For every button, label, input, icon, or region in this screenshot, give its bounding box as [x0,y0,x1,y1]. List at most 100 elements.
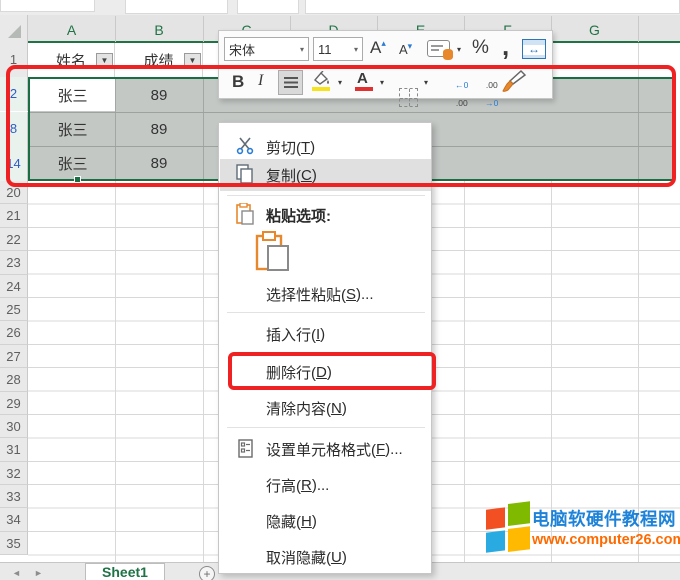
center-align-button[interactable] [278,70,303,95]
row-header[interactable]: 31 [0,438,28,461]
sheet-tab-sheet1[interactable]: Sheet1 [85,563,165,580]
decrease-font-size-button[interactable]: A▾ [399,41,412,57]
label: 删除行( [266,362,316,383]
menu-item-unhide[interactable]: 取消隐藏(U) [220,541,430,573]
label: ) [342,400,347,417]
merge-center-icon[interactable]: ↔ [522,39,546,59]
ribbon-box [0,0,95,12]
format-painter-button[interactable] [501,69,527,100]
paste-option-button[interactable] [255,231,291,276]
ribbon-box [237,0,299,14]
comma-style-button[interactable]: , [502,31,509,62]
row-header[interactable]: 27 [0,345,28,368]
menu-item-row-height[interactable]: 行高(R)... [220,469,430,501]
logo-square-yellow [508,526,530,552]
font-size-select[interactable]: 11 ▾ [313,37,363,61]
row-header[interactable]: 23 [0,251,28,274]
sheet-nav-right-icon[interactable]: ► [34,568,43,578]
increase-decimal-button[interactable]: ←0 .00 [441,72,468,117]
column-header-g[interactable]: G [551,20,638,40]
watermark-url: www.computer26.com [532,532,676,548]
accounting-format-dropdown[interactable]: ▾ [457,45,461,54]
row-header[interactable]: 24 [0,275,28,298]
row-header-14[interactable]: 14 [0,146,28,181]
align-lines-icon [284,77,298,88]
grow-font-label: A [370,38,381,57]
column-divider [638,16,639,42]
format-painter-brush-icon [501,69,527,95]
font-color-dropdown[interactable]: ▾ [380,78,384,87]
menu-item-hide[interactable]: 隐藏(H) [220,505,430,537]
gridline [115,77,116,181]
chevron-down-icon: ▾ [424,78,428,87]
row-header[interactable]: 29 [0,392,28,415]
format-cells-icon [238,439,254,458]
row-header-1[interactable]: 1 [0,43,28,77]
row-header-2[interactable]: 2 [0,77,28,111]
fill-color-button[interactable] [312,71,332,91]
copy-icon [236,164,255,185]
ribbon-bottom-strip [0,0,680,15]
chevron-down-icon: ▾ [457,45,461,54]
row-header[interactable]: 21 [0,204,28,227]
cell-a14[interactable]: 张三 [30,147,115,179]
gridline [115,181,116,562]
watermark-logo-icon [486,501,530,554]
row-header[interactable]: 35 [0,532,28,555]
fill-color-dropdown[interactable]: ▾ [338,78,342,87]
row-header[interactable]: 28 [0,368,28,391]
icon-detail [443,49,453,60]
font-name-select[interactable]: 宋体 ▾ [224,37,309,61]
row-header[interactable]: 30 [0,415,28,438]
menu-item-clear-contents[interactable]: 清除内容(N) [220,392,430,424]
label: 取消隐藏( [266,547,331,568]
cell-b14[interactable]: 89 [116,147,202,179]
label: 剪切( [266,137,301,158]
accel: D [316,364,327,381]
scissors-icon [236,136,255,155]
gridline [638,77,639,181]
column-header-b[interactable]: B [115,20,203,40]
inc-decimal-bottom: .00 [456,98,468,108]
menu-item-paste-special[interactable]: 选择性粘贴(S)... [220,278,430,310]
font-color-button[interactable]: A [357,70,368,87]
borders-dropdown[interactable]: ▾ [424,78,428,87]
new-sheet-button[interactable]: + [199,566,215,580]
filter-dropdown-a[interactable]: ▼ [96,53,113,69]
cell-a2-active[interactable]: 张三 [30,79,115,111]
column-header-a[interactable]: A [28,20,115,40]
menu-item-insert-row[interactable]: 插入行(I) [220,318,430,350]
increase-font-size-button[interactable]: A▴ [370,38,386,58]
cell-a8[interactable]: 张三 [30,113,115,145]
row-header[interactable]: 25 [0,298,28,321]
accel: U [331,549,342,566]
label: ) [327,364,332,381]
sheet-nav-left-icon[interactable]: ◄ [12,568,21,578]
cell-b2[interactable]: 89 [116,79,202,111]
italic-button[interactable]: I [258,72,263,90]
ribbon-box [125,0,228,14]
up-caret-icon: ▴ [381,38,386,48]
row-header[interactable]: 22 [0,228,28,251]
menu-separator [227,427,425,428]
menu-separator [227,312,425,313]
label: 粘贴选项: [266,205,331,226]
bold-button[interactable]: B [232,72,244,92]
menu-item-delete-row[interactable]: 删除行(D) [220,356,430,388]
borders-icon[interactable] [399,88,418,107]
label: )... [356,286,374,303]
percent-style-button[interactable]: % [472,37,489,59]
cell-b8[interactable]: 89 [116,113,202,145]
row-header[interactable]: 32 [0,462,28,485]
row-header[interactable]: 34 [0,508,28,531]
row-header-8[interactable]: 8 [0,112,28,146]
row-header[interactable]: 33 [0,485,28,508]
decrease-decimal-button[interactable]: .00 →0 [471,72,498,117]
label: ) [342,549,347,566]
filter-dropdown-b[interactable]: ▼ [184,53,201,69]
row-header[interactable]: 26 [0,321,28,344]
context-menu: 剪切(T) 复制(C) 粘贴选项: [218,122,432,574]
accounting-format-icon[interactable] [427,40,450,57]
label: 插入行( [266,324,316,345]
row-header[interactable]: 20 [0,181,28,204]
